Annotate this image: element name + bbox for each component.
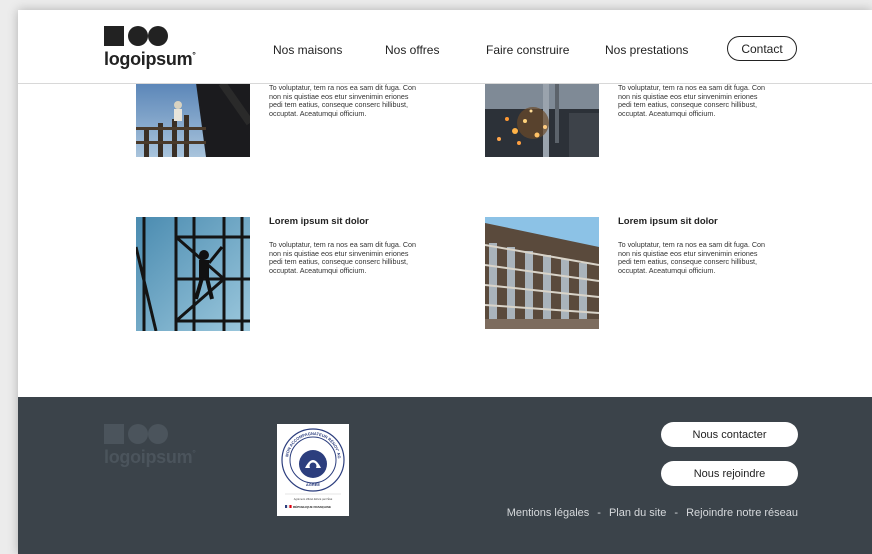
site-footer: logoipsum° MON ACCOMPAGNATEUR RÉNOV' AGR… [18,397,872,554]
badge-republic-text: RÉPUBLIQUE FRANÇAISE [293,504,331,509]
card-image-building-frame[interactable] [485,217,599,329]
card-text: To voluptatur, tem ra nos ea sam dit fug… [269,240,417,276]
footer-separator: - [674,507,679,519]
nav-item-nos-maisons[interactable]: Nos maisons [273,43,342,57]
card-image-scaffolding-worker[interactable] [136,217,250,331]
card-text: To voluptatur, tem ra nos ea sam dit fug… [618,83,766,119]
badge-small-print: Agrément officiel délivré par l'État [294,496,333,501]
card-image-construction-frame[interactable] [136,83,250,157]
footer-link-mentions-legales[interactable]: Mentions légales [507,507,590,519]
footer-link-plan-du-site[interactable]: Plan du site [609,507,666,519]
contact-button[interactable]: Contact [727,36,797,61]
nous-rejoindre-button[interactable]: Nous rejoindre [661,461,798,486]
nav-item-nos-prestations[interactable]: Nos prestations [605,43,688,57]
footer-logo[interactable]: logoipsum° [104,424,204,469]
footer-link-rejoindre-reseau[interactable]: Rejoindre notre réseau [686,507,798,519]
card-image-welding-sparks[interactable] [485,83,599,157]
card-text: To voluptatur, tem ra nos ea sam dit fug… [618,240,766,276]
card-title[interactable]: Lorem ipsum sit dolor [269,216,369,227]
logo-trademark: ° [192,448,196,458]
card-title[interactable]: Lorem ipsum sit dolor [618,216,718,227]
site-header: logoipsum° Nos maisons Nos offres Faire … [18,10,872,84]
badge-label: AGRÉÉ [306,482,321,487]
logo-mark-icon [104,424,174,444]
nav-item-nos-offres[interactable]: Nos offres [385,43,439,57]
logo-trademark: ° [192,50,196,60]
footer-separator: - [597,507,601,519]
nous-contacter-button[interactable]: Nous contacter [661,422,798,447]
accompagnateur-renov-badge: MON ACCOMPAGNATEUR RÉNOV' AGRÉÉ AGRÉÉ Ag… [276,420,349,516]
logo-text: logoipsum [104,447,193,467]
nav-item-faire-construire[interactable]: Faire construire [486,43,569,57]
logo-mark-icon [104,26,174,46]
page: logoipsum° Nos maisons Nos offres Faire … [18,10,872,554]
card-text: To voluptatur, tem ra nos ea sam dit fug… [269,83,417,119]
footer-links: Mentions légales - Plan du site - Rejoindre … [507,507,798,519]
logo-text: logoipsum [104,49,193,69]
header-logo[interactable]: logoipsum° [104,26,204,71]
